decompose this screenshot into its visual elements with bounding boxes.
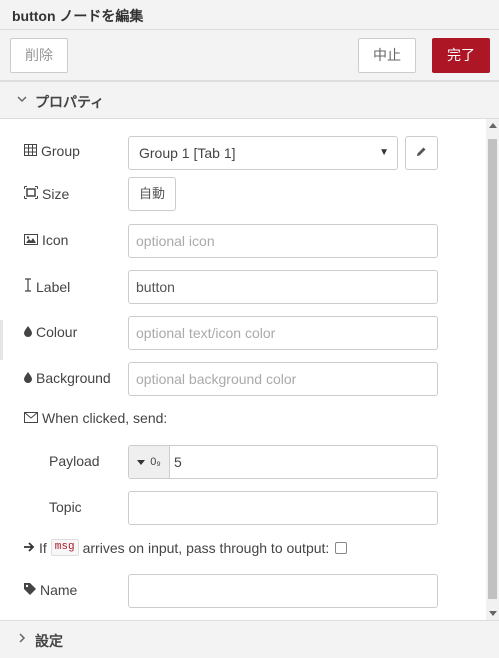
scroll-thumb[interactable] — [488, 139, 497, 599]
payload-type-selector[interactable]: 0₉ — [129, 446, 170, 478]
tray-title: button ノードを編集 — [12, 8, 144, 24]
passthrough-checkbox[interactable] — [335, 541, 348, 554]
section-settings-header[interactable]: 設定 — [0, 620, 499, 658]
name-input[interactable] — [128, 574, 438, 608]
number-type-icon: 0₉ — [150, 456, 161, 468]
group-select[interactable]: Group 1 [Tab 1] ▼ — [128, 136, 398, 170]
scroll-down-icon[interactable] — [489, 611, 497, 616]
size-button[interactable]: 自動 — [128, 177, 176, 211]
pencil-icon — [416, 145, 427, 160]
tray-header: button ノードを編集 — [0, 0, 499, 30]
passthrough-row: If msg arrives on input, pass through to… — [24, 539, 348, 556]
colour-label: Colour — [24, 324, 77, 340]
passthrough-text: arrives on input, pass through to output… — [82, 539, 330, 556]
colour-label-text: Colour — [36, 324, 78, 340]
topic-label: Topic — [49, 499, 82, 515]
scroll-up-icon[interactable] — [489, 123, 497, 128]
tray-toolbar: 削除 中止 完了 — [0, 30, 499, 81]
label-label: Label — [24, 278, 70, 295]
section-settings-label: 設定 — [35, 633, 63, 649]
caret-down-icon — [137, 456, 146, 468]
when-clicked-text: When clicked, send: — [42, 410, 168, 426]
edit-group-button[interactable] — [405, 136, 438, 170]
tint-icon — [24, 371, 32, 386]
image-icon — [24, 233, 38, 248]
group-label: Group — [24, 143, 80, 159]
done-button[interactable]: 完了 — [432, 38, 490, 73]
colour-input[interactable]: optional text/icon color — [128, 316, 438, 350]
icon-label: Icon — [24, 232, 68, 248]
tint-icon — [24, 325, 32, 340]
label-label-text: Label — [36, 278, 71, 295]
tag-icon — [24, 582, 36, 598]
scrollbar[interactable] — [486, 119, 499, 620]
group-label-text: Group — [41, 143, 80, 159]
resize-icon — [24, 186, 38, 202]
size-label: Size — [24, 186, 69, 202]
when-clicked-label: When clicked, send: — [24, 410, 167, 426]
background-input[interactable]: optional background color — [128, 362, 438, 396]
icon-label-text: Icon — [42, 232, 69, 248]
group-select-value: Group 1 [Tab 1] — [139, 145, 236, 161]
cancel-button[interactable]: 中止 — [358, 38, 416, 73]
text-cursor-icon — [24, 278, 32, 295]
caret-down-icon: ▼ — [379, 147, 389, 158]
name-label: Name — [24, 582, 77, 598]
payload-value: 5 — [174, 454, 182, 470]
section-properties-header[interactable]: プロパティ — [0, 81, 499, 119]
arrow-right-icon — [24, 540, 35, 555]
chevron-right-icon — [15, 632, 29, 646]
envelope-icon — [24, 411, 38, 426]
background-label: Background — [24, 370, 111, 386]
label-input[interactable]: button — [128, 270, 438, 304]
section-properties-label: プロパティ — [35, 94, 105, 110]
topic-input[interactable] — [128, 491, 438, 525]
size-label-text: Size — [42, 186, 70, 202]
table-icon — [24, 143, 37, 159]
delete-button[interactable]: 削除 — [10, 38, 68, 73]
passthrough-prefix: If — [39, 539, 47, 556]
panel-resize-handle[interactable] — [0, 320, 3, 360]
background-label-text: Background — [36, 370, 111, 386]
chevron-down-icon — [15, 93, 29, 107]
name-label-text: Name — [40, 582, 78, 598]
icon-input[interactable]: optional icon — [128, 224, 438, 258]
msg-code: msg — [50, 539, 79, 556]
payload-label: Payload — [49, 453, 100, 469]
